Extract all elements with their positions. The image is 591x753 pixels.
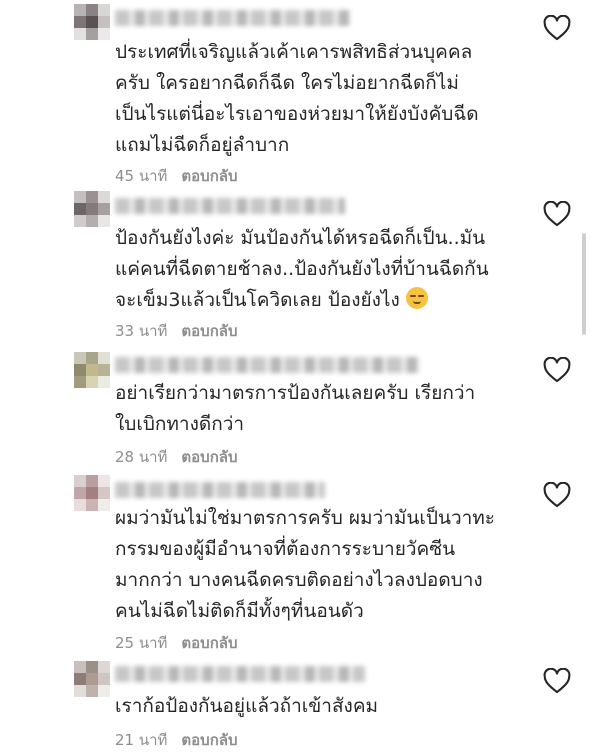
- scrollbar[interactable]: [582, 233, 586, 335]
- comment-thread: ประเทศที่เจริญแล้วเค้าเคารพสิทธิส่วนบุคค…: [0, 0, 591, 753]
- comment-time: 21 นาที: [115, 731, 168, 749]
- heart-outline-icon[interactable]: [543, 357, 571, 383]
- smirking-face-icon: [405, 287, 428, 309]
- comment-time: 33 นาที: [115, 322, 168, 340]
- comment-text-body: ป้องกันยังไงค่ะ มันป้องกันได้หรอฉีดก็เป็…: [115, 227, 489, 311]
- reply-button[interactable]: ตอบกลับ: [181, 164, 237, 188]
- avatar[interactable]: [74, 661, 110, 697]
- comment-text: ประเทศที่เจริญแล้วเค้าเคารพสิทธิส่วนบุคค…: [115, 41, 479, 156]
- heart-outline-icon[interactable]: [543, 15, 571, 41]
- avatar[interactable]: [74, 191, 110, 227]
- comment-text: ผมว่ามันไม่ใช่มาตรการครับ ผมว่ามันเป็นวา…: [115, 507, 496, 622]
- comment-time: 28 นาที: [115, 448, 168, 466]
- username-redacted[interactable]: [115, 198, 345, 214]
- comment-meta: 21 นาที ตอบกลับ: [115, 728, 238, 752]
- reply-button[interactable]: ตอบกลับ: [181, 445, 237, 469]
- username-redacted[interactable]: [115, 482, 325, 498]
- avatar[interactable]: [74, 475, 110, 511]
- comment-time: 45 นาที: [115, 167, 168, 185]
- reply-button[interactable]: ตอบกลับ: [181, 319, 237, 343]
- comment-text: ป้องกันยังไงค่ะ มันป้องกันได้หรอฉีดก็เป็…: [115, 223, 525, 316]
- comment-meta: 33 นาที ตอบกลับ: [115, 319, 238, 343]
- heart-outline-icon[interactable]: [543, 668, 571, 694]
- comment-meta: 45 นาที ตอบกลับ: [115, 164, 238, 188]
- comment-text: เราก้อป้องกันอยู่แล้วถ้าเข้าสังคม: [115, 695, 379, 717]
- comment-text: อย่าเรียกว่ามาตรการป้องกันเลยครับ เรียกว…: [115, 382, 476, 435]
- username-redacted[interactable]: [115, 666, 365, 682]
- username-redacted[interactable]: [115, 357, 420, 373]
- reply-button[interactable]: ตอบกลับ: [181, 728, 237, 752]
- reply-button[interactable]: ตอบกลับ: [181, 631, 237, 655]
- comment-meta: 28 นาที ตอบกลับ: [115, 445, 238, 469]
- comment-time: 25 นาที: [115, 634, 168, 652]
- avatar[interactable]: [74, 352, 110, 388]
- heart-outline-icon[interactable]: [543, 482, 571, 508]
- username-redacted[interactable]: [115, 10, 350, 26]
- avatar[interactable]: [74, 4, 110, 40]
- comment-meta: 25 นาที ตอบกลับ: [115, 631, 238, 655]
- heart-outline-icon[interactable]: [543, 201, 571, 227]
